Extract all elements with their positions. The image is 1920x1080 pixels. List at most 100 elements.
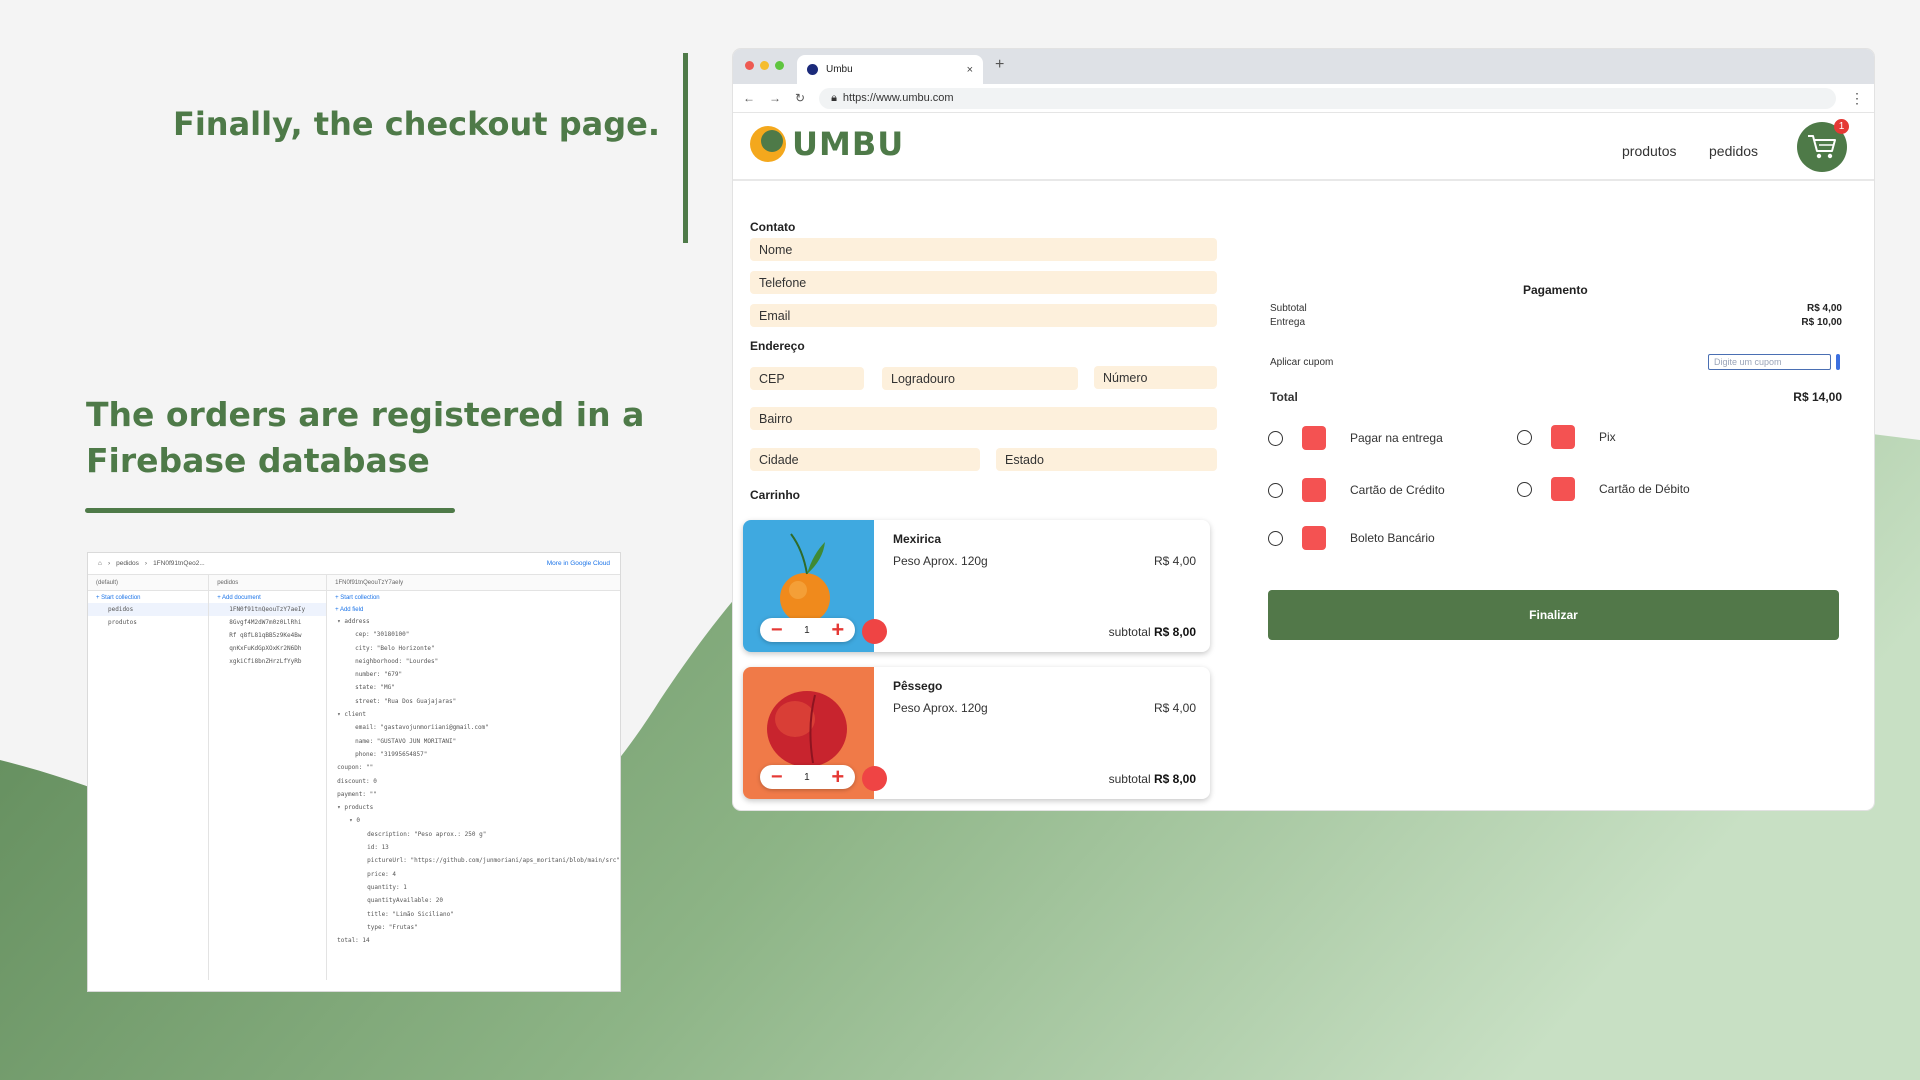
phone-field[interactable]: Telefone [750,271,1217,294]
credit-card-icon [1302,478,1326,502]
tab-umbu[interactable]: Umbu × [797,55,983,84]
payment-option-label: Pagar na entrega [1350,431,1443,445]
firebase-root-column: (default) + Start collection pedidos pro… [88,575,210,980]
document-field: coupon: "" [337,764,374,772]
document-field: ▾ 0 [349,817,360,825]
delivery-label: Entrega [1270,317,1306,328]
minimize-window-dot[interactable] [760,61,769,70]
home-icon: ⌂ [98,560,102,567]
cart-label: Carrinho [750,488,801,502]
column-header: 1FN0f91tnQeouTzY7aeIy [327,575,620,591]
umbu-fruit-icon [750,126,786,162]
slide-title-checkout: Finally, the checkout page. [172,105,660,143]
firebase-console-screenshot: ⌂ › pedidos › 1FN0f91tnQeo2... More in G… [87,552,621,992]
total-value: R$ 14,00 [1793,390,1842,404]
payment-option-boleto[interactable]: Boleto Bancário [1268,526,1435,550]
document-field: ▾ client [337,711,367,719]
list-item: xgkiCfi8bnZHrzLfYyRb [229,658,302,665]
firebase-collection-column: pedidos + Add document 1FN0f91tnQeouTzY7… [209,575,328,980]
forward-icon[interactable]: → [769,91,781,105]
district-field[interactable]: Bairro [750,407,1217,430]
maximize-window-dot[interactable] [775,61,784,70]
firebase-breadcrumb: ⌂ › pedidos › 1FN0f91tnQeo2... More in G… [88,553,620,575]
nav-pedidos[interactable]: pedidos [1709,143,1758,159]
favicon-icon [807,64,818,75]
subtotal-value: R$ 4,00 [1806,303,1842,314]
radio-button[interactable] [1517,481,1532,497]
state-field[interactable]: Estado [996,448,1217,471]
close-window-dot[interactable] [745,61,754,70]
list-item: Rf q8fL81qBB5z9Ke4Bw [229,632,302,639]
list-item: 1FN0f91tnQeouTzY7aeIy [209,603,327,616]
payment-option-cash[interactable]: Pagar na entrega [1268,426,1443,450]
document-field: quantityAvailable: 20 [367,897,443,905]
cep-field[interactable]: CEP [750,367,864,390]
radio-button[interactable] [1268,530,1283,546]
list-item: 8Gvgf4M2dW7m0z0LlRhi [229,619,302,626]
cart-item-weight: Peso Aprox. 120g [893,701,988,715]
payment-option-label: Cartão de Débito [1599,482,1690,496]
address-bar: ← → ↻ 🔒︎ https://www.umbu.com ⋮ [733,84,1874,113]
document-field: state: "MG" [355,684,395,692]
payment-option-label: Pix [1599,430,1616,444]
decrease-button[interactable]: − [771,620,783,640]
cart-item-weight: Peso Aprox. 120g [893,554,988,568]
name-field[interactable]: Nome [750,238,1217,261]
cart-item: Mexirica Peso Aprox. 120g R$ 4,00 subtot… [743,520,1210,652]
payment-option-credit-card[interactable]: Cartão de Crédito [1268,478,1445,502]
email-field[interactable]: Email [750,304,1217,327]
coupon-input[interactable]: Digite um cupom [1708,354,1831,370]
new-tab-icon[interactable]: + [995,56,1004,74]
document-field: street: "Rua Dos Guajajaras" [355,697,457,705]
document-field: type: "Frutas" [367,923,418,931]
apply-coupon-button[interactable] [1836,354,1840,370]
google-cloud-link: More in Google Cloud [546,560,610,567]
document-field: name: "GUSTAVO JUN MORITANI" [355,737,457,745]
finalize-order-button[interactable]: Finalizar [1268,590,1839,640]
page-content: UMBU produtos pedidos 1 Contato Nome Tel… [733,113,1874,810]
city-field[interactable]: Cidade [750,448,980,471]
street-field[interactable]: Logradouro [882,367,1078,390]
browser-menu-icon[interactable]: ⋮ [1850,90,1864,107]
increase-button[interactable]: + [831,766,844,788]
payment-option-label: Boleto Bancário [1350,531,1435,545]
document-field: id: 13 [367,844,389,852]
increase-button[interactable]: + [831,619,844,641]
document-field: description: "Peso aprox.: 250 g" [367,830,487,838]
quantity-value: 1 [804,771,810,783]
decrease-button[interactable]: − [771,767,783,787]
add-field-link: + Add field [335,607,364,613]
umbu-logo[interactable]: UMBU [750,125,904,163]
document-field: ▾ address [337,618,370,625]
cart-item-title: Mexirica [893,532,942,546]
radio-button[interactable] [1268,482,1283,498]
browser-window: Umbu × + ← → ↻ 🔒︎ https://www.umbu.com ⋮… [733,49,1874,810]
url-input[interactable]: 🔒︎ https://www.umbu.com [819,87,1836,109]
number-field[interactable]: Número [1094,366,1217,389]
document-field: quantity: 1 [367,883,407,891]
start-collection-link: + Start collection [96,595,141,601]
url-text: https://www.umbu.com [842,92,954,104]
back-icon[interactable]: ← [743,91,755,105]
start-collection-link: + Start collection [335,595,380,601]
cart-item-price: R$ 4,00 [1153,701,1196,715]
cash-icon [1302,426,1326,450]
cart-item-price: R$ 4,00 [1153,554,1196,568]
remove-item-button[interactable] [862,766,887,791]
close-tab-icon[interactable]: × [967,64,973,76]
document-field: email: "gastavojunmoriiani@gmail.com" [355,724,489,732]
document-field: price: 4 [367,870,397,878]
cart-count-badge: 1 [1834,119,1849,134]
delivery-value: R$ 10,00 [1801,317,1842,328]
remove-item-button[interactable] [862,619,887,644]
radio-button[interactable] [1517,429,1532,445]
payment-option-label: Cartão de Crédito [1350,483,1445,497]
document-field: discount: 0 [337,777,377,785]
nav-produtos[interactable]: produtos [1622,143,1676,159]
radio-button[interactable] [1268,430,1283,446]
payment-option-debit-card[interactable]: Cartão de Débito [1517,477,1690,501]
slide-title-firebase: The orders are registered in a Firebase … [86,395,645,480]
payment-option-pix[interactable]: Pix [1517,425,1616,449]
reload-icon[interactable]: ↻ [795,91,805,105]
address-label: Endereço [750,339,805,353]
